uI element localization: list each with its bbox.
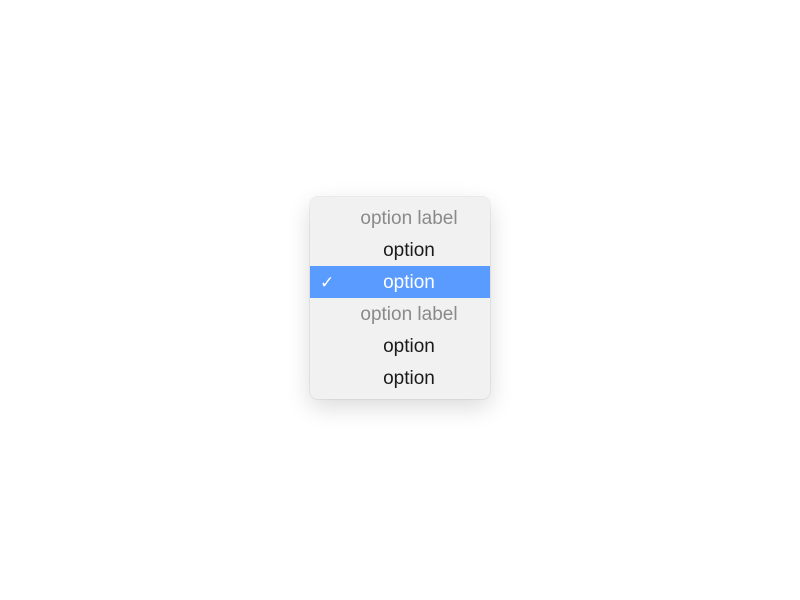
check-icon: ✓	[320, 274, 342, 291]
option-label: option	[342, 241, 476, 260]
group-label-text: option label	[342, 209, 476, 228]
option-item-selected[interactable]: ✓ option	[310, 266, 490, 298]
option-item[interactable]: option	[310, 234, 490, 266]
option-label: option	[342, 369, 476, 388]
group-label: option label	[310, 202, 490, 234]
option-item[interactable]: option	[310, 362, 490, 394]
option-item[interactable]: option	[310, 330, 490, 362]
group-label-text: option label	[342, 305, 476, 324]
option-label: option	[342, 273, 476, 292]
group-label: option label	[310, 298, 490, 330]
dropdown-menu[interactable]: option label option ✓ option option labe…	[310, 197, 490, 399]
option-label: option	[342, 337, 476, 356]
